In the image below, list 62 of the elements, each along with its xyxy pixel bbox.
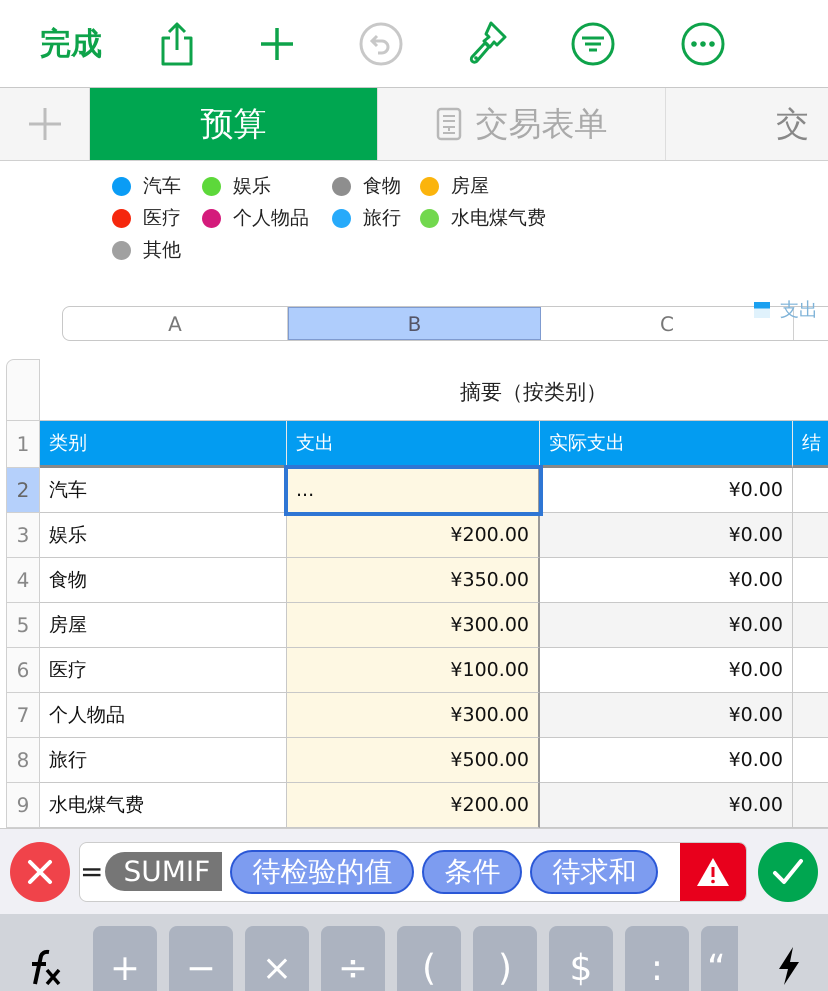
legend-label: 娱乐 <box>233 174 271 199</box>
table-cell: ¥0.00 <box>540 693 793 738</box>
row-number[interactable]: 8 <box>6 738 40 783</box>
keyboard-key[interactable]: ( <box>397 926 461 991</box>
keyboard-key[interactable]: + <box>93 926 157 991</box>
more-icon[interactable] <box>681 22 725 66</box>
table-cell: ... <box>287 468 540 513</box>
row-number[interactable]: 6 <box>6 648 40 693</box>
sheet-tab[interactable]: 预算 <box>90 88 378 160</box>
checkmark-icon <box>772 858 804 886</box>
table-cell: ¥0.00 <box>540 783 793 828</box>
legend-label: 医疗 <box>143 206 181 231</box>
legend-swatch <box>754 302 770 318</box>
row-number[interactable]: 9 <box>6 783 40 828</box>
legend-label: 个人物品 <box>233 206 309 231</box>
table-cell: ¥0.00 <box>540 603 793 648</box>
column-heading: 类别 <box>40 421 287 468</box>
corner-cell[interactable] <box>6 359 40 421</box>
equals-sign: = <box>80 855 104 888</box>
table-cell: ¥300.00 <box>287 603 540 648</box>
column-heading: 支出 <box>287 421 540 468</box>
keyboard-key[interactable]: − <box>169 926 233 991</box>
row-number[interactable]: 1 <box>6 421 40 468</box>
table-cell: ¥200.00 <box>287 513 540 558</box>
column-header[interactable]: B <box>288 307 541 340</box>
table-cell: ¥100.00 <box>287 648 540 693</box>
keyboard-key[interactable]: ) <box>473 926 537 991</box>
table-cell: ¥200.00 <box>287 783 540 828</box>
warning-icon[interactable] <box>680 842 746 900</box>
done-button[interactable]: 完成 <box>40 22 102 64</box>
table-cell: ¥300.00 <box>287 693 540 738</box>
legend-label: 食物 <box>363 174 401 199</box>
form-icon <box>436 107 462 141</box>
keyboard-key[interactable]: : <box>625 926 689 991</box>
legend-label: 房屋 <box>451 174 489 199</box>
function-token[interactable]: SUMIF <box>105 852 222 891</box>
sheet-tab[interactable]: 交 <box>666 88 828 160</box>
legend-label: 水电煤气费 <box>451 206 546 231</box>
row-number[interactable]: 2 <box>6 468 40 513</box>
row-number[interactable]: 5 <box>6 603 40 648</box>
argument-token[interactable]: 待求和 <box>530 850 658 894</box>
keyboard-key[interactable]: $ <box>549 926 613 991</box>
legend-label: 其他 <box>143 238 181 263</box>
argument-token[interactable]: 待检验的值 <box>230 850 414 894</box>
table-cell: ¥500.00 <box>287 738 540 783</box>
row-number[interactable]: 7 <box>6 693 40 738</box>
add-icon[interactable] <box>259 26 295 62</box>
table-cell: ¥350.00 <box>287 558 540 603</box>
formula-field[interactable]: = SUMIF 待检验的值 条件 待求和 <box>79 842 747 902</box>
column-heading: 结 <box>793 421 828 468</box>
argument-token[interactable]: 条件 <box>422 850 522 894</box>
row-number[interactable]: 4 <box>6 558 40 603</box>
keyboard-key[interactable]: ÷ <box>321 926 385 991</box>
keyboard-key[interactable]: × <box>245 926 309 991</box>
filter-icon[interactable] <box>571 22 615 66</box>
keyboard-key[interactable]: “ <box>701 926 738 991</box>
table-cell: ¥0.00 <box>540 513 793 558</box>
column-heading: 实际支出 <box>540 421 793 468</box>
sheet-tab[interactable]: 交易表单 <box>378 88 666 160</box>
legend-label: 旅行 <box>363 206 401 231</box>
row-number[interactable]: 3 <box>6 513 40 558</box>
legend-label: 汽车 <box>143 174 181 199</box>
